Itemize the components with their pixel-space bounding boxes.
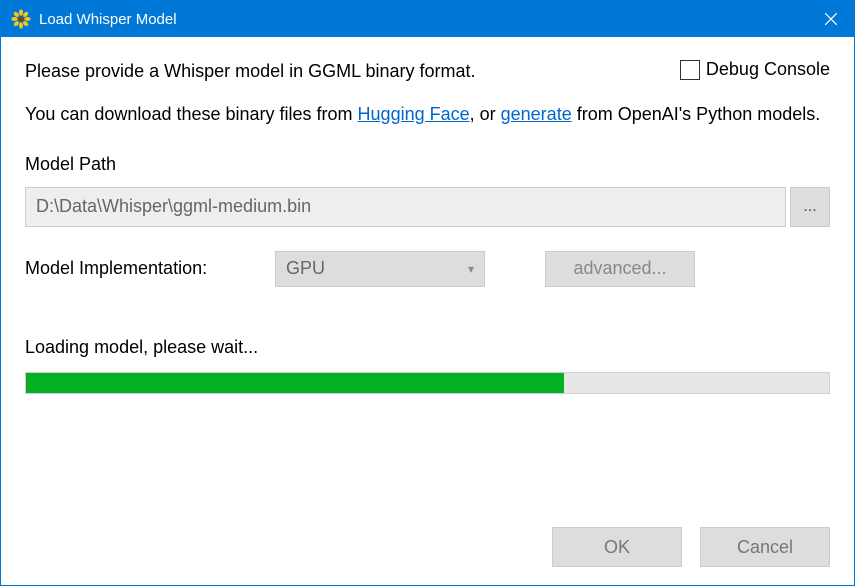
titlebar: Load Whisper Model [1, 1, 854, 37]
generate-link[interactable]: generate [501, 104, 572, 124]
close-button[interactable] [808, 1, 854, 37]
checkbox-box[interactable] [680, 60, 700, 80]
dialog-content: Please provide a Whisper model in GGML b… [1, 37, 854, 585]
window-title: Load Whisper Model [39, 11, 808, 28]
debug-console-checkbox[interactable]: Debug Console [680, 59, 830, 80]
model-implementation-label: Model Implementation: [25, 258, 255, 279]
model-path-input[interactable] [25, 187, 786, 227]
intro-text: Please provide a Whisper model in GGML b… [25, 61, 476, 83]
cancel-button[interactable]: Cancel [700, 527, 830, 567]
ellipsis-icon: ... [803, 198, 816, 216]
dialog-window: Load Whisper Model Please provide a Whis… [0, 0, 855, 586]
debug-console-label: Debug Console [706, 59, 830, 80]
ok-button[interactable]: OK [552, 527, 682, 567]
model-path-label: Model Path [25, 154, 830, 175]
hugging-face-link[interactable]: Hugging Face [358, 104, 470, 124]
browse-button[interactable]: ... [790, 187, 830, 227]
progress-bar [25, 372, 830, 394]
model-implementation-select[interactable]: GPU ▾ [275, 251, 485, 287]
close-icon [825, 13, 837, 25]
app-icon [11, 9, 31, 29]
progress-fill [26, 373, 564, 393]
status-text: Loading model, please wait... [25, 337, 830, 358]
chevron-down-icon: ▾ [468, 262, 474, 276]
select-value: GPU [286, 258, 325, 279]
download-instructions: You can download these binary files from… [25, 101, 830, 128]
advanced-button[interactable]: advanced... [545, 251, 695, 287]
